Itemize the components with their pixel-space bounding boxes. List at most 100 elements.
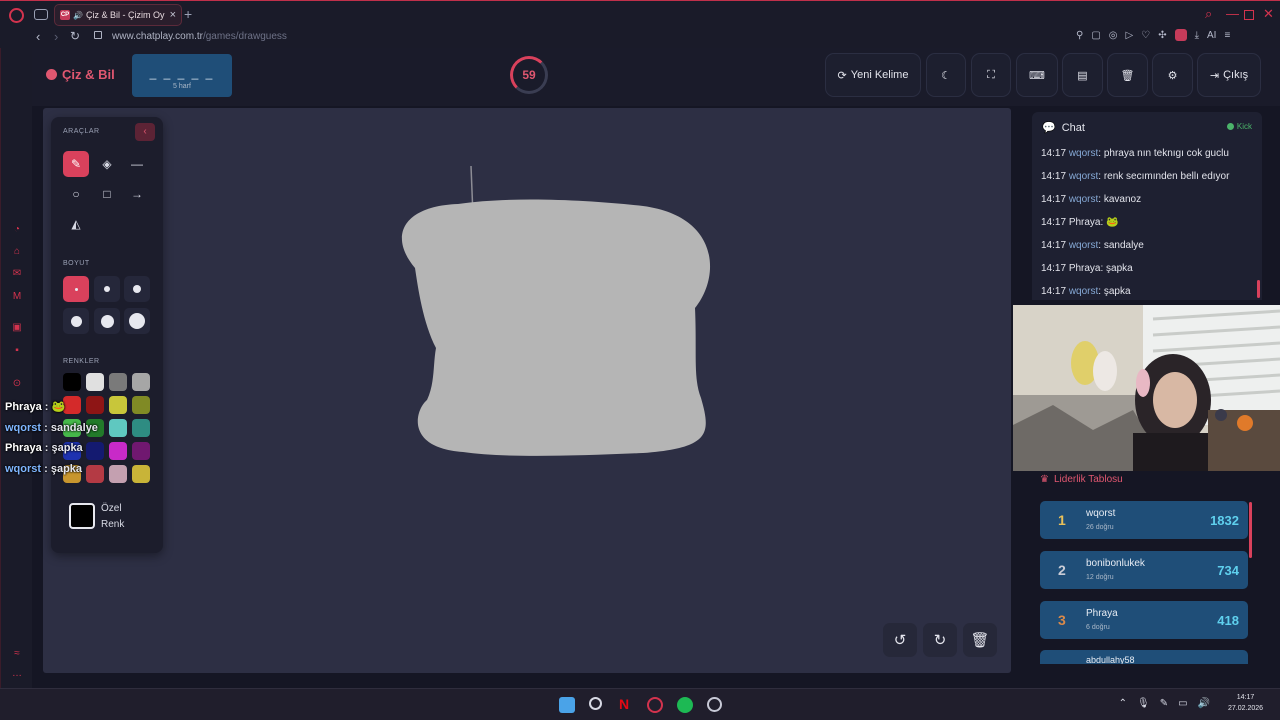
- size-option-1[interactable]: [63, 276, 89, 302]
- line-tool-button[interactable]: —: [124, 151, 150, 177]
- back-button[interactable]: ‹: [36, 29, 40, 44]
- color-swatch[interactable]: [109, 465, 127, 483]
- menu-icon[interactable]: ≡: [1224, 30, 1230, 41]
- archive-icon: ▤: [1077, 69, 1088, 82]
- clock-date: 27.02.2026: [1228, 705, 1264, 712]
- size-option-3[interactable]: [124, 276, 150, 302]
- gx-icon[interactable]: ≈: [11, 648, 23, 660]
- netflix-icon[interactable]: N: [619, 696, 635, 712]
- rectangle-tool-button[interactable]: □: [94, 181, 120, 207]
- color-swatch[interactable]: [132, 419, 150, 437]
- puzzle-icon[interactable]: ✣: [1158, 30, 1166, 41]
- size-option-5[interactable]: [94, 308, 120, 334]
- color-swatch[interactable]: [109, 419, 127, 437]
- chat-message: 14:17 wqorst: phraya nın teknıgı cok guc…: [1041, 148, 1229, 159]
- undo-button[interactable]: ↺: [883, 623, 917, 657]
- color-swatch[interactable]: [109, 373, 127, 391]
- speaker-icon[interactable]: 🔊: [73, 11, 83, 20]
- redo-button[interactable]: ↻: [923, 623, 957, 657]
- brush-icon: ✎: [70, 157, 82, 171]
- fullscreen-button[interactable]: ⛶: [971, 53, 1011, 97]
- color-swatch[interactable]: [132, 396, 150, 414]
- pin-icon[interactable]: ⚲: [1076, 30, 1083, 41]
- size-option-6[interactable]: [124, 308, 150, 334]
- snapshot-icon[interactable]: ▢: [1091, 30, 1100, 41]
- close-tab-icon[interactable]: ×: [170, 9, 176, 21]
- download-icon[interactable]: ⤓: [1195, 30, 1199, 41]
- square-icon: □: [103, 187, 111, 201]
- eraser-tool-button[interactable]: ◈: [94, 151, 120, 177]
- camera-icon[interactable]: ◎: [1109, 30, 1118, 41]
- heart-icon[interactable]: ♡: [1141, 30, 1150, 41]
- opera-gx-icon[interactable]: [647, 697, 663, 713]
- leaderboard-row-partial: abdullahy58: [1040, 650, 1248, 664]
- keyboard-icon: ⌨: [1029, 69, 1045, 82]
- tab-overview-icon[interactable]: [34, 9, 48, 20]
- reload-button[interactable]: ↻: [70, 29, 80, 43]
- color-swatch[interactable]: [86, 373, 104, 391]
- app-icon[interactable]: ▪: [11, 345, 23, 357]
- fill-tool-button[interactable]: ◭: [63, 211, 89, 237]
- opera-logo-icon[interactable]: [9, 8, 24, 23]
- network-icon[interactable]: ▭: [1178, 698, 1187, 709]
- brush-tool-button[interactable]: ✎: [63, 151, 89, 177]
- lock-icon[interactable]: [94, 31, 102, 39]
- chat-scrollbar[interactable]: [1257, 280, 1260, 298]
- bag-icon[interactable]: ⌂: [11, 246, 23, 258]
- exit-button[interactable]: ⇥ Çıkış: [1197, 53, 1261, 97]
- circle-tool-button[interactable]: ○: [63, 181, 89, 207]
- custom-color-label: Özel Renk: [101, 503, 125, 530]
- taskbar-clock[interactable]: 14:17 27.02.2026: [1228, 692, 1263, 714]
- search-icon[interactable]: [589, 697, 602, 710]
- messenger-icon[interactable]: ✉: [11, 268, 23, 280]
- clear-canvas-button[interactable]: 🗑: [963, 623, 997, 657]
- play-icon[interactable]: ▷: [1126, 30, 1134, 41]
- search-icon[interactable]: ⌕: [1205, 6, 1212, 22]
- custom-color-swatch[interactable]: [69, 503, 95, 529]
- maximize-icon[interactable]: [1244, 10, 1254, 20]
- address-bar[interactable]: www.chatplay.com.tr/games/drawguess: [112, 31, 287, 42]
- chevron-up-icon[interactable]: ⌃: [1119, 698, 1127, 709]
- leaderboard-scrollbar[interactable]: [1249, 502, 1252, 558]
- more-icon[interactable]: …: [11, 668, 23, 680]
- color-swatch[interactable]: [109, 396, 127, 414]
- speed-dial-icon[interactable]: ◔: [11, 224, 23, 236]
- player-icon[interactable]: ⊙: [11, 378, 23, 390]
- twitch-icon[interactable]: ▣: [11, 322, 23, 334]
- color-swatch[interactable]: [132, 465, 150, 483]
- close-window-icon[interactable]: ✕: [1263, 6, 1274, 22]
- arrow-tool-button[interactable]: →: [124, 181, 150, 207]
- spotify-icon[interactable]: [677, 697, 693, 713]
- collapse-panel-button[interactable]: ‹: [135, 123, 155, 141]
- size-option-4[interactable]: [63, 308, 89, 334]
- refresh-icon: ⟳: [837, 69, 847, 82]
- pen-icon[interactable]: ✎: [1160, 698, 1168, 709]
- color-swatch[interactable]: [132, 373, 150, 391]
- new-tab-button[interactable]: +: [184, 6, 192, 22]
- theme-toggle-button[interactable]: ☾: [926, 53, 966, 97]
- microphone-icon[interactable]: 🎙: [1137, 698, 1150, 709]
- brand-logo[interactable]: Çiz & Bil: [46, 67, 115, 82]
- color-swatch[interactable]: [132, 442, 150, 460]
- m-icon[interactable]: M: [11, 291, 23, 303]
- keyboard-button[interactable]: ⌨: [1016, 53, 1058, 97]
- overlay-message: wqorst : şapka: [5, 462, 83, 475]
- minimize-icon[interactable]: —: [1226, 6, 1239, 21]
- gear-icon: ⚙: [1167, 69, 1178, 82]
- color-swatch[interactable]: [109, 442, 127, 460]
- archive-button[interactable]: ▤: [1062, 53, 1103, 97]
- steam-icon[interactable]: [707, 697, 722, 712]
- new-word-button[interactable]: ⟳ Yeni Kelime: [825, 53, 921, 97]
- volume-icon[interactable]: 🔊: [1198, 698, 1210, 709]
- windows-start-icon[interactable]: [559, 697, 575, 713]
- profile-avatar[interactable]: [1174, 29, 1187, 41]
- size-option-2[interactable]: [94, 276, 120, 302]
- clear-button[interactable]: 🗑: [1107, 53, 1148, 97]
- forward-button[interactable]: ›: [54, 29, 58, 44]
- color-swatch[interactable]: [63, 373, 81, 391]
- score: 418: [1217, 613, 1239, 628]
- ai-button[interactable]: AI: [1207, 30, 1216, 41]
- overlay-message: Phraya : şapka: [5, 442, 83, 454]
- tab-active[interactable]: CP 🔊 Çiz & Bil - Çizim Oy ×: [54, 4, 182, 26]
- settings-button[interactable]: ⚙: [1152, 53, 1193, 97]
